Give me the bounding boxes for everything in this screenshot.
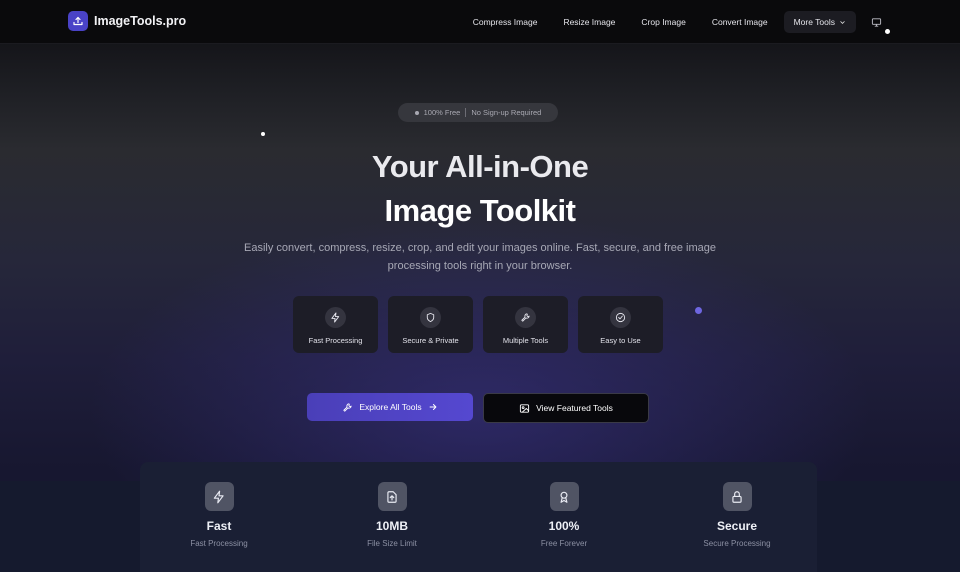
stat-value: Fast	[206, 519, 232, 533]
decorative-dot	[885, 29, 890, 34]
decorative-dot	[695, 307, 702, 314]
upload-icon	[68, 11, 88, 31]
feature-card-secure: Secure & Private	[388, 296, 473, 353]
stat-caption: File Size Limit	[367, 539, 417, 548]
arrow-right-icon	[429, 404, 437, 410]
brand-logo[interactable]: ImageTools.pro	[68, 11, 186, 31]
hero-subtitle: Easily convert, compress, resize, crop, …	[244, 242, 716, 272]
stat-secure: Secure Secure Processing	[657, 482, 817, 548]
check-circle-icon	[610, 307, 631, 328]
view-featured-tools-label: View Featured Tools	[536, 403, 613, 413]
badge-free-text: 100% Free	[423, 108, 461, 117]
lightning-icon	[204, 482, 234, 511]
stat-caption: Free Forever	[540, 539, 588, 548]
wrench-icon	[515, 307, 536, 328]
view-featured-tools-button[interactable]: View Featured Tools	[483, 393, 649, 423]
image-icon	[520, 403, 530, 413]
hero-title: Your All-in-One Image Toolkit	[0, 145, 960, 233]
nav-convert-image[interactable]: Convert Image	[702, 11, 778, 33]
feature-label: Multiple Tools	[502, 336, 549, 345]
explore-all-tools-button[interactable]: Explore All Tools	[307, 393, 473, 421]
feature-card-tools: Multiple Tools	[483, 296, 568, 353]
stat-free: 100% Free Forever	[484, 482, 644, 548]
award-icon	[549, 482, 579, 511]
decorative-dot	[261, 132, 265, 136]
nav-compress-image[interactable]: Compress Image	[463, 11, 548, 33]
brand-name: ImageTools.pro	[94, 14, 187, 28]
monitor-icon[interactable]	[871, 15, 882, 33]
free-badge: 100% Free No Sign-up Required	[398, 103, 558, 122]
badge-signup-text: No Sign-up Required	[471, 108, 542, 117]
feature-cards: Fast Processing Secure & Private Multipl…	[293, 296, 663, 353]
stat-value: 100%	[548, 519, 580, 533]
nav-more-tools-label: More Tools	[793, 17, 835, 27]
lightning-icon	[325, 307, 346, 328]
wrench-icon	[343, 402, 353, 412]
badge-dot	[414, 110, 419, 115]
chevron-down-icon	[840, 20, 845, 24]
hero-title-line-1: Your All-in-One	[371, 149, 589, 184]
stat-value: 10MB	[375, 519, 408, 533]
top-navbar: ImageTools.pro Compress Image Resize Ima…	[0, 0, 960, 44]
feature-card-easy: Easy to Use	[578, 296, 663, 353]
stat-fast: Fast Fast Processing	[139, 482, 299, 548]
feature-label: Secure & Private	[402, 336, 459, 345]
feature-label: Easy to Use	[600, 336, 641, 345]
stat-file-size: 10MB File Size Limit	[312, 482, 472, 548]
file-upload-icon	[377, 482, 407, 511]
nav-more-tools[interactable]: More Tools	[783, 11, 856, 33]
stat-caption: Secure Processing	[703, 539, 771, 548]
explore-all-tools-label: Explore All Tools	[359, 402, 422, 412]
shield-icon	[420, 307, 441, 328]
hero-title-line-2: Image Toolkit	[384, 193, 576, 228]
nav-crop-image[interactable]: Crop Image	[631, 11, 695, 33]
lock-icon	[722, 482, 752, 511]
feature-card-fast: Fast Processing	[293, 296, 378, 353]
badge-divider	[465, 108, 467, 117]
stat-value: Secure	[716, 519, 758, 533]
stat-caption: Fast Processing	[190, 539, 248, 548]
feature-label: Fast Processing	[308, 336, 363, 345]
nav-resize-image[interactable]: Resize Image	[553, 11, 625, 33]
